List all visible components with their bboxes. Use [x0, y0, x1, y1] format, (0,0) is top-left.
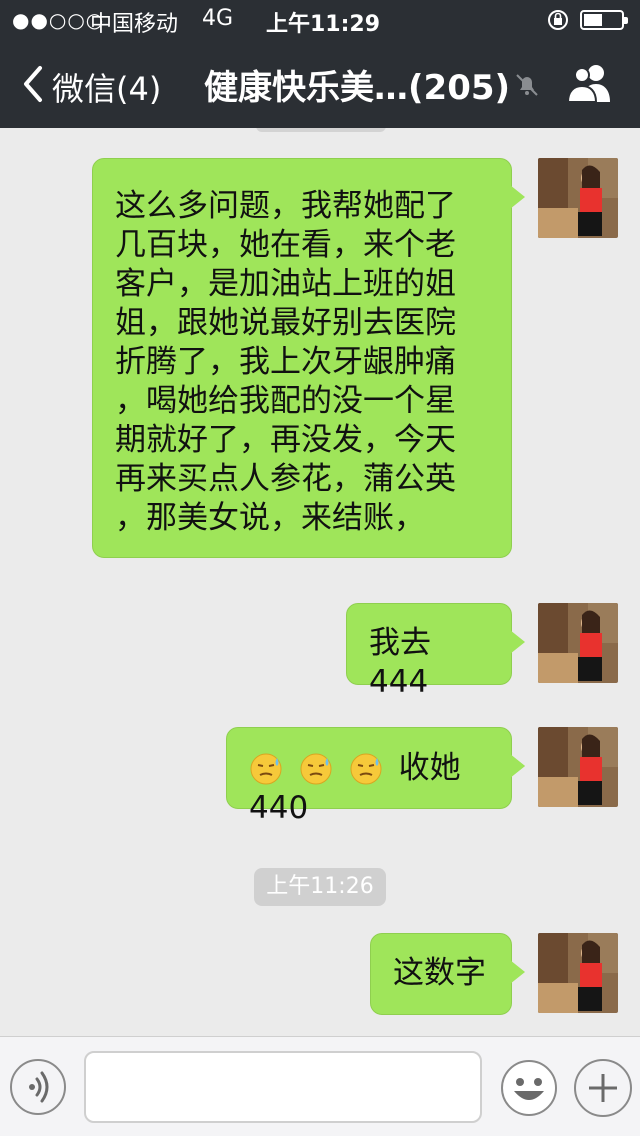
avatar-photo: [538, 933, 618, 1013]
message-text: 我去444: [369, 625, 431, 700]
voice-icon: [29, 1071, 49, 1103]
group-members-icon[interactable]: [566, 62, 614, 104]
input-bar: [0, 1036, 640, 1136]
more-button[interactable]: [574, 1059, 632, 1117]
message-row: 这数字: [0, 933, 640, 1015]
message-input[interactable]: [84, 1051, 482, 1123]
message-row: 这么多问题，我帮她配了 几百块，她在看，来个老 客户，是加油站上班的姐 姐，跟她…: [0, 158, 640, 558]
avatar[interactable]: [538, 727, 618, 807]
status-time: 上午11:29: [266, 12, 381, 37]
message-bubble[interactable]: 这么多问题，我帮她配了 几百块，她在看，来个老 客户，是加油站上班的姐 姐，跟她…: [92, 158, 525, 558]
back-button[interactable]: 微信(4): [52, 64, 161, 110]
voice-button[interactable]: [10, 1059, 66, 1115]
rotation-lock-icon: [548, 10, 568, 30]
message-row: 收她440: [0, 727, 640, 826]
previous-timestamp-edge: [256, 128, 386, 132]
network-type: 4G: [202, 6, 234, 31]
plus-icon: [589, 1074, 617, 1102]
avatar[interactable]: [538, 933, 618, 1013]
avatar-photo: [538, 603, 618, 683]
chat-timestamp: 上午11:26: [254, 868, 386, 906]
nav-bar: 微信(4) 健康快乐美…(205): [0, 40, 640, 128]
message-text: 这数字: [393, 955, 486, 991]
message-text: 这么多问题，我帮她配了 几百块，她在看，来个老 客户，是加油站上班的姐 姐，跟她…: [115, 188, 456, 536]
message-row: 我去444: [0, 603, 640, 700]
message-bubble[interactable]: 我去444: [346, 603, 525, 700]
status-bar: ●●○○○ 中国移动 4G 上午11:29: [0, 0, 640, 40]
chevron-left-icon[interactable]: [20, 64, 46, 104]
emoji-sweat-smile: [349, 749, 399, 785]
top-bar: ●●○○○ 中国移动 4G 上午11:29 微信(4) 健康快乐美…(205): [0, 0, 640, 128]
emoji-sweat-smile: [249, 749, 299, 785]
avatar-photo: [538, 727, 618, 807]
avatar[interactable]: [538, 603, 618, 683]
battery-icon: [580, 10, 628, 30]
message-bubble[interactable]: 收她440: [226, 727, 525, 826]
carrier-name: 中国移动: [90, 12, 179, 37]
mute-bell-icon: [516, 74, 538, 96]
chat-title: 健康快乐美…(205): [204, 68, 511, 108]
message-bubble[interactable]: 这数字: [370, 933, 525, 1015]
chat-area[interactable]: 这么多问题，我帮她配了 几百块，她在看，来个老 客户，是加油站上班的姐 姐，跟她…: [0, 128, 640, 1036]
avatar-photo: [538, 158, 618, 238]
smiley-icon: [501, 1060, 557, 1116]
avatar[interactable]: [538, 158, 618, 238]
emoji-sweat-smile: [299, 749, 349, 785]
emoji-button[interactable]: [500, 1059, 558, 1117]
